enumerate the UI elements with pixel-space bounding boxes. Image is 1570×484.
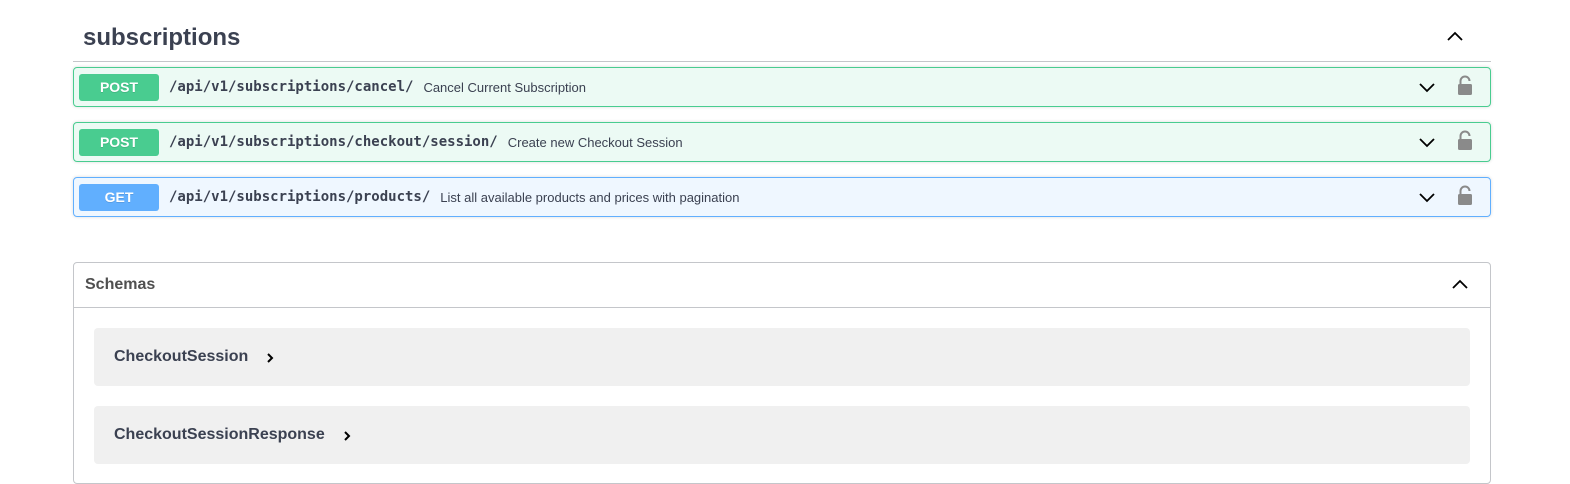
opblock-post-cancel[interactable]: POST /api/v1/subscriptions/cancel/ Cance… xyxy=(73,67,1491,107)
operation-summary: Create new Checkout Session xyxy=(507,134,683,150)
lock-icon[interactable] xyxy=(1456,75,1474,97)
schema-model-checkout-session[interactable]: CheckoutSession xyxy=(94,328,1470,386)
chevron-up-icon[interactable] xyxy=(1445,26,1465,46)
schema-model-checkout-session-response[interactable]: CheckoutSessionResponse xyxy=(94,406,1470,464)
chevron-right-icon[interactable] xyxy=(264,352,276,364)
chevron-up-icon[interactable] xyxy=(1450,274,1470,294)
model-name: CheckoutSession xyxy=(114,348,249,365)
operation-summary: Cancel Current Subscription xyxy=(423,79,587,95)
tag-title: subscriptions xyxy=(83,23,241,51)
lock-icon[interactable] xyxy=(1456,130,1474,152)
schemas-title: Schemas xyxy=(85,276,156,293)
operation-path: /api/v1/subscriptions/cancel/ xyxy=(169,79,414,95)
chevron-down-icon[interactable] xyxy=(1417,78,1437,98)
model-name: CheckoutSessionResponse xyxy=(114,426,325,443)
lock-icon[interactable] xyxy=(1456,185,1474,207)
chevron-down-icon[interactable] xyxy=(1417,188,1437,208)
tag-section-header[interactable]: subscriptions xyxy=(73,14,1491,62)
opblock-post-checkout-session[interactable]: POST /api/v1/subscriptions/checkout/sess… xyxy=(73,122,1491,162)
operation-summary: List all available products and prices w… xyxy=(440,189,740,205)
operation-path: /api/v1/subscriptions/products/ xyxy=(169,189,431,205)
schemas-section: Schemas CheckoutSession CheckoutSessionR… xyxy=(73,262,1491,484)
schemas-header[interactable]: Schemas xyxy=(74,263,1490,308)
opblock-get-products[interactable]: GET /api/v1/subscriptions/products/ List… xyxy=(73,177,1491,217)
method-badge: POST xyxy=(79,73,159,101)
chevron-down-icon[interactable] xyxy=(1417,133,1437,153)
operation-path: /api/v1/subscriptions/checkout/session/ xyxy=(169,134,498,150)
chevron-right-icon[interactable] xyxy=(341,430,353,442)
method-badge: GET xyxy=(79,183,159,211)
method-badge: POST xyxy=(79,128,159,156)
